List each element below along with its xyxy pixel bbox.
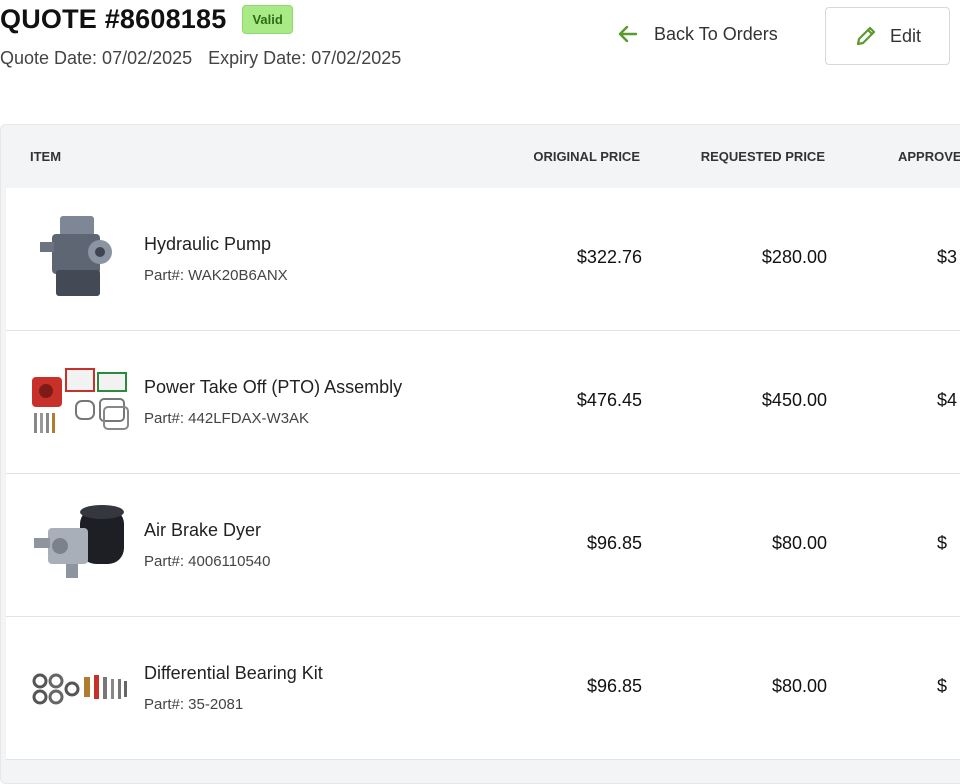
quote-items-table: ITEM ORIGINAL PRICE REQUESTED PRICE APPR… bbox=[0, 124, 960, 784]
part-number: Part#: 4006110540 bbox=[144, 553, 271, 570]
table-row[interactable]: Air Brake Dyer Part#: 4006110540 $96.85 … bbox=[6, 474, 960, 617]
approved-price: $3 bbox=[937, 247, 958, 267]
requested-price: $450.00 bbox=[761, 390, 827, 410]
approved-price: $ bbox=[937, 533, 948, 553]
item-name: Differential Bearing Kit bbox=[144, 663, 323, 683]
edit-button[interactable]: Edit bbox=[825, 7, 950, 65]
quote-date: Quote Date: 07/02/2025 bbox=[0, 48, 193, 68]
edit-label: Edit bbox=[889, 25, 922, 46]
pencil-icon bbox=[856, 26, 876, 46]
table-body: Hydraulic Pump Part#: WAK20B6ANX $322.76… bbox=[6, 188, 960, 760]
quote-dates: Quote Date: 07/02/2025 Expiry Date: 07/0… bbox=[0, 48, 401, 69]
quote-header: QUOTE #8608185 Valid Quote Date: 07/02/2… bbox=[0, 0, 960, 100]
bearing-kit-image bbox=[32, 673, 127, 705]
item-name: Power Take Off (PTO) Assembly bbox=[144, 377, 403, 397]
table-row[interactable]: Power Take Off (PTO) Assembly Part#: 442… bbox=[6, 331, 960, 474]
hydraulic-pump-image bbox=[40, 216, 112, 296]
original-price: $96.85 bbox=[586, 676, 642, 696]
title-row: QUOTE #8608185 Valid bbox=[0, 4, 293, 35]
table-row[interactable]: Hydraulic Pump Part#: WAK20B6ANX $322.76… bbox=[6, 188, 960, 331]
air-brake-dryer-image bbox=[34, 505, 124, 578]
back-to-orders-label: Back To Orders bbox=[654, 23, 778, 44]
table-row[interactable]: Differential Bearing Kit Part#: 35-2081 … bbox=[6, 617, 960, 760]
item-name: Hydraulic Pump bbox=[144, 234, 272, 254]
original-price: $322.76 bbox=[576, 247, 642, 267]
arrow-left-icon bbox=[618, 25, 638, 43]
status-badge: Valid bbox=[242, 5, 293, 34]
column-header-original-price: ORIGINAL PRICE bbox=[533, 149, 640, 164]
expiry-date: Expiry Date: 07/02/2025 bbox=[208, 48, 402, 68]
original-price: $96.85 bbox=[586, 533, 642, 553]
pto-assembly-image bbox=[32, 368, 129, 433]
requested-price: $280.00 bbox=[761, 247, 827, 267]
back-to-orders-link[interactable]: Back To Orders bbox=[616, 22, 778, 46]
item-name: Air Brake Dyer bbox=[144, 520, 262, 540]
column-header-requested-price: REQUESTED PRICE bbox=[700, 149, 825, 164]
part-number: Part#: 35-2081 bbox=[144, 696, 244, 713]
part-number: Part#: WAK20B6ANX bbox=[144, 267, 288, 284]
page-title: QUOTE #8608185 bbox=[0, 4, 227, 34]
approved-price: $ bbox=[937, 676, 948, 696]
column-header-approved-price: APPROVE bbox=[898, 149, 960, 164]
part-number: Part#: 442LFDAX-W3AK bbox=[144, 410, 310, 427]
column-header-item: ITEM bbox=[30, 149, 62, 164]
original-price: $476.45 bbox=[576, 390, 642, 410]
table-header: ITEM ORIGINAL PRICE REQUESTED PRICE APPR… bbox=[1, 125, 960, 187]
requested-price: $80.00 bbox=[771, 676, 827, 696]
requested-price: $80.00 bbox=[771, 533, 827, 553]
approved-price: $4 bbox=[937, 390, 958, 410]
